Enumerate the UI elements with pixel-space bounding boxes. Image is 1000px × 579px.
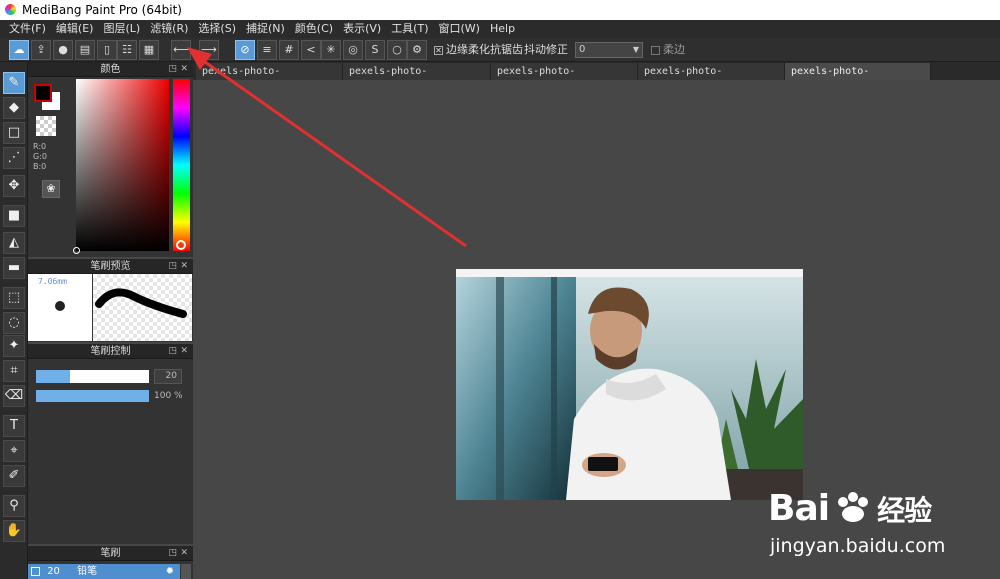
paw-icon: [833, 492, 873, 522]
watermark-url: jingyan.baidu.com: [770, 535, 946, 557]
foreground-color-swatch[interactable]: [34, 84, 52, 102]
watermark-logo: Bai 经验: [768, 488, 932, 529]
